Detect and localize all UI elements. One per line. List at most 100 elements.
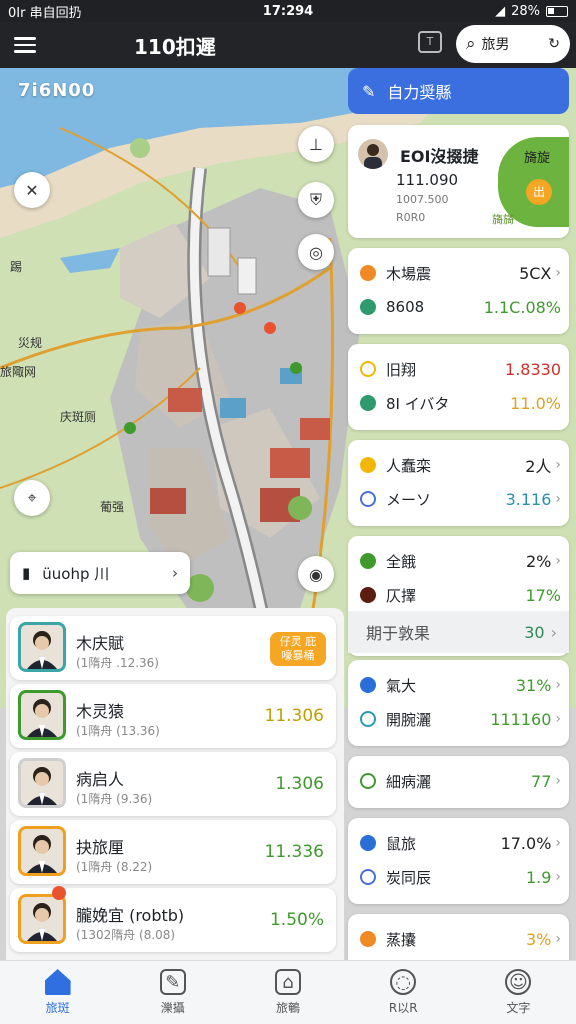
stat-row[interactable]: 旧翔 1.8330 (360, 358, 561, 380)
stat-row[interactable]: 全餓 2% › (360, 550, 561, 572)
stat-value: 1.1C.08% (483, 297, 561, 317)
stat-label: 木場震 (386, 264, 432, 283)
app-title: 110扣遲 (134, 34, 216, 59)
stats-card[interactable]: 旧翔 1.8330 8I イバタ 11.0% (348, 344, 569, 430)
section-header[interactable]: 期于敦果 30 › (348, 611, 569, 653)
stat-label: 炭同辰 (386, 868, 432, 887)
status-badge[interactable]: 仔灵 庇嚎暴桶 (270, 632, 326, 666)
status-dot-icon (360, 773, 376, 789)
status-dot-icon (360, 553, 376, 569)
stat-row[interactable]: 8608 1.1C.08% (360, 296, 561, 318)
chevron-right-icon: › (555, 491, 561, 507)
refresh-icon: ↻ (548, 36, 560, 52)
nav-item[interactable]: ☺ 文字 (461, 961, 576, 1024)
nav-label: 旅斑 (45, 1001, 70, 1015)
lock-icon: ⌂ (275, 969, 301, 995)
layers-icon[interactable]: ◎ (298, 234, 334, 270)
window-icon[interactable]: T (418, 31, 442, 53)
person-name: 抉旅厘 (76, 838, 125, 857)
chevron-right-icon: › (555, 773, 561, 789)
stat-label: 細病灑 (386, 772, 432, 791)
stat-value: 3% (526, 929, 552, 949)
stats-card[interactable]: 氣大 31% › 開腕灑 111160 › (348, 660, 569, 746)
cross-icon[interactable]: ✕ (14, 172, 50, 208)
pin-icon[interactable]: ⊥ (298, 126, 334, 162)
stat-row[interactable]: 8I イバタ 11.0% (360, 392, 561, 414)
person-card[interactable]: 抉旅厘 (1隋舟 (8.22) 11.336 (10, 820, 336, 884)
battery-icon (546, 5, 568, 17)
stat-row[interactable]: 蒸攮 3% › (360, 928, 561, 950)
avatar (18, 622, 66, 672)
status-dot-icon (360, 299, 376, 315)
location-label: üuohp 川 (42, 564, 110, 583)
badge-line: 仔灵 庇 (279, 635, 317, 648)
stat-row[interactable]: 開腕灑 111160 › (360, 708, 561, 730)
nav-item[interactable]: ⌂ 旅鵪 (230, 961, 345, 1024)
stats-card[interactable]: 人蠢栾 2人 › メーソ 3.116 › (348, 440, 569, 526)
person-card[interactable]: 木庆賦 (1隋舟 .12.36) 仔灵 庇嚎暴桶 (10, 616, 336, 680)
section-title: 期于敦果 (366, 624, 431, 643)
stats-card[interactable]: 細病灑 77 › (348, 756, 569, 808)
action-button[interactable]: ✎ 自力奨縣 (348, 68, 569, 114)
search-button[interactable]: ⌕ 旅男 ↻ (456, 25, 570, 63)
person-card[interactable]: 木灵猿 (1隋舟 (13.36) 11.306 (10, 684, 336, 748)
stat-row[interactable]: 人蠢栾 2人 › (360, 454, 561, 476)
chevron-right-icon: › (550, 622, 557, 642)
notification-dot-icon (52, 886, 66, 900)
status-bar: 0Ir 串自回扔 17:294 ◢ 28% (0, 0, 576, 22)
stat-row[interactable]: 炭同辰 1.9 › (360, 866, 561, 888)
shield-icon[interactable]: ⛨ (298, 182, 334, 218)
app-header: 110扣遲 T ⌕ 旅男 ↻ (0, 22, 576, 68)
chat-icon: ◌ (390, 969, 417, 995)
profile-card[interactable]: EOI沒掇捷 111.090 1007.500 R0R0 旖旋 出 旖旖 (348, 125, 569, 238)
stat-label: メーソ (386, 490, 432, 509)
stat-row[interactable]: メーソ 3.116 › (360, 488, 561, 510)
badge-line: 嚎暴桶 (281, 649, 315, 662)
right-panel: ✎ 自力奨縣 EOI沒掇捷 111.090 1007.500 R0R0 旖旋 出… (347, 68, 570, 1000)
stat-row[interactable]: 細病灑 77 › (360, 770, 561, 792)
stat-label: 氣大 (386, 676, 417, 695)
stat-row[interactable]: 氣大 31% › (360, 674, 561, 696)
stat-value: 31% (515, 675, 552, 695)
status-dot-icon (360, 587, 376, 603)
stat-row[interactable]: 鼠旅 17.0% › (360, 832, 561, 854)
profile-sub-2: R0R0 (396, 211, 426, 224)
stat-value: 77 (531, 771, 552, 791)
nav-item[interactable]: ✎ 濼攝 (115, 961, 230, 1024)
stat-value: 3.116 (505, 489, 552, 509)
stat-label: 人蠢栾 (386, 456, 432, 475)
stat-row[interactable]: 木場震 5CX › (360, 262, 561, 284)
profile-sub: 1007.500 (396, 193, 449, 206)
place-label: 葡强 (100, 500, 125, 514)
edit-icon: ✎ (362, 81, 376, 101)
stat-label: 鼠旅 (386, 834, 417, 853)
person-name: 朧娩宜 (robtb) (76, 906, 185, 925)
person-card[interactable]: 病启人 (1隋舟 (9.36) 1.306 (10, 752, 336, 816)
place-label: 災规 (18, 336, 43, 350)
search-label: 旅男 (481, 37, 510, 53)
status-dot-icon (360, 265, 376, 281)
map-corner-label: 7i6N00 (18, 80, 96, 101)
person-sub: (1隋舟 (9.36) (76, 792, 153, 806)
note-icon: ✎ (159, 969, 186, 995)
avatar (18, 826, 66, 876)
stat-row[interactable]: 仄擇 17% (360, 584, 561, 606)
nav-item[interactable]: 旅斑 (0, 961, 115, 1024)
search-icon: ⌕ (466, 34, 476, 54)
person-name: 病启人 (76, 770, 125, 789)
section-value: 30 (524, 622, 545, 642)
stat-label: 旧翔 (386, 360, 417, 379)
locate-icon[interactable]: ◉ (298, 556, 334, 592)
status-dot-icon (360, 711, 376, 727)
nav-item[interactable]: ◌ R以R (346, 961, 461, 1024)
stats-card[interactable]: 鼠旅 17.0% › 炭同辰 1.9 › (348, 818, 569, 904)
stat-label: 8608 (386, 298, 425, 316)
chevron-right-icon: › (172, 564, 178, 582)
person-sub: (1隋舟 (8.22) (76, 860, 153, 874)
person-card[interactable]: 朧娩宜 (robtb) (1302隋舟 (8.08) 1.50% (10, 886, 336, 952)
badge-sub: 旖旖 (492, 213, 514, 226)
compass-icon[interactable]: ⌖ (14, 480, 50, 516)
menu-icon[interactable] (14, 33, 36, 57)
stats-card[interactable]: 木場震 5CX › 8608 1.1C.08% (348, 248, 569, 334)
location-card[interactable]: ▮ üuohp 川 › (10, 552, 190, 594)
